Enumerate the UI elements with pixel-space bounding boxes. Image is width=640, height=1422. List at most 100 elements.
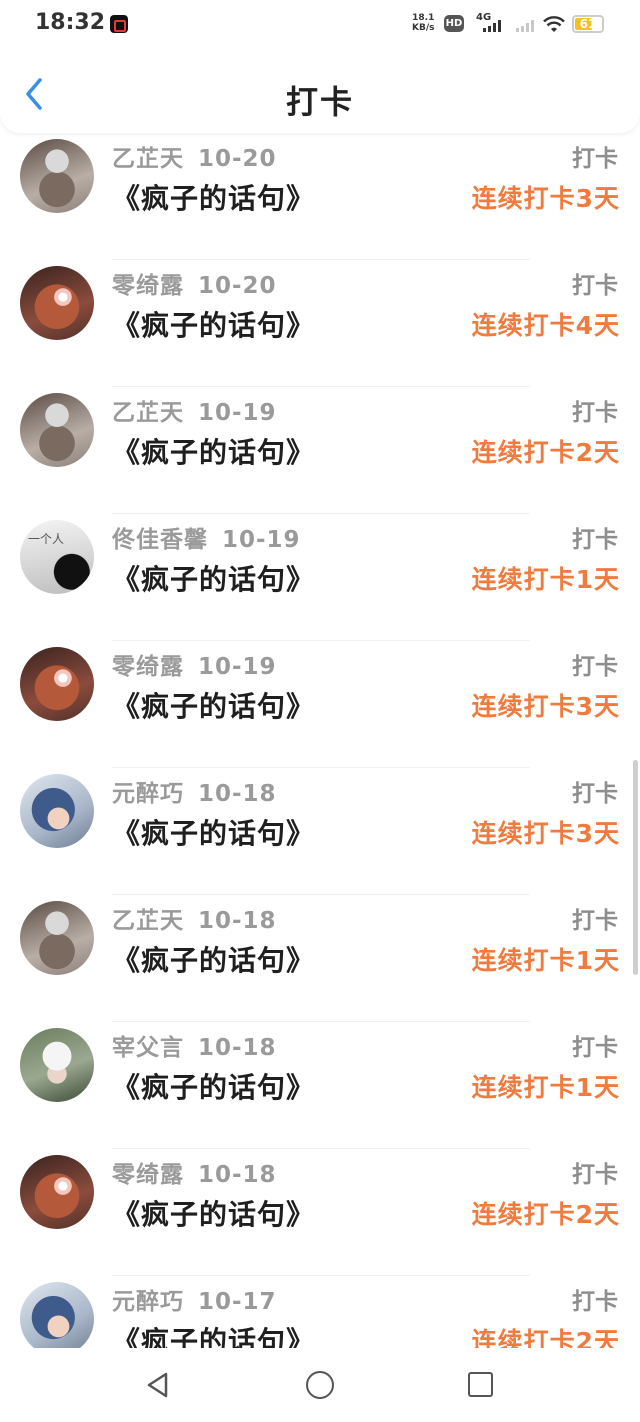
streak-count: 连续打卡2天 — [471, 1327, 620, 1348]
checkin-label: 打卡 — [572, 1035, 618, 1061]
system-nav-bar — [0, 1348, 640, 1422]
status-time: 18:32 — [35, 10, 106, 35]
checkin-label: 打卡 — [572, 781, 618, 807]
battery-level: 61 — [579, 17, 597, 31]
user-name[interactable]: 乙芷天 — [112, 400, 184, 426]
user-name[interactable]: 零绮露 — [112, 273, 184, 299]
network-speed-value: 18.1 — [412, 13, 435, 23]
app-header: 打卡 — [0, 50, 640, 133]
secondary-signal-icon — [516, 20, 534, 32]
user-name[interactable]: 元醉巧 — [112, 1289, 184, 1315]
user-name[interactable]: 零绮露 — [112, 1162, 184, 1188]
avatar-text: 一个人 — [28, 532, 65, 546]
network-speed: 18.1 KB/s — [412, 13, 434, 33]
checkin-date: 10-18 — [198, 1035, 277, 1061]
streak-count: 连续打卡3天 — [471, 692, 620, 721]
book-title[interactable]: 《疯子的话句》 — [112, 304, 315, 344]
avatar[interactable] — [20, 647, 94, 721]
checkin-date: 10-19 — [222, 527, 301, 553]
checkin-row[interactable]: 一个人 佟佳香馨 10-19 打卡《疯子的话句》 连续打卡1天 — [0, 514, 640, 641]
user-meta: 乙芷天 10-18 — [112, 901, 277, 935]
user-name[interactable]: 乙芷天 — [112, 146, 184, 172]
checkin-list[interactable]: 乙芷天 10-20 打卡 《疯子的话句》 连续打卡3天 零绮露 10-20 打卡 《疯子的话句》… — [0, 133, 640, 1348]
user-name[interactable]: 乙芷天 — [112, 908, 184, 934]
streak-count: 连续打卡1天 — [471, 565, 620, 594]
user-name[interactable]: 元醉巧 — [112, 781, 184, 807]
user-meta: 零绮露 10-20 — [112, 266, 277, 300]
checkin-date: 10-20 — [198, 273, 277, 299]
circle-home-icon[interactable] — [306, 1371, 334, 1399]
status-bar: 18:32 18.1 KB/s HD 4G 61 — [0, 0, 640, 50]
checkin-label: 打卡 — [572, 654, 618, 680]
streak-count: 连续打卡2天 — [471, 1200, 620, 1229]
book-title[interactable]: 《疯子的话句》 — [112, 558, 315, 598]
network-speed-unit: KB/s — [412, 23, 435, 33]
avatar[interactable] — [20, 1155, 94, 1229]
streak-count: 连续打卡1天 — [471, 946, 620, 975]
avatar[interactable]: 一个人 — [20, 520, 94, 594]
checkin-date: 10-18 — [198, 1162, 277, 1188]
book-title[interactable]: 《疯子的话句》 — [112, 812, 315, 852]
checkin-row[interactable]: 乙芷天 10-18 打卡《疯子的话句》 连续打卡1天 — [0, 895, 640, 1022]
user-meta: 乙芷天 10-20 — [112, 139, 277, 173]
checkin-row[interactable]: 零绮露 10-18 打卡《疯子的话句》 连续打卡2天 — [0, 1149, 640, 1276]
checkin-label: 打卡 — [572, 527, 618, 553]
user-meta: 乙芷天 10-19 — [112, 393, 277, 427]
user-meta: 元醉巧 10-18 — [112, 774, 277, 808]
checkin-row[interactable]: 元醉巧 10-18 打卡《疯子的话句》 连续打卡3天 — [0, 768, 640, 895]
checkin-label: 打卡 — [572, 400, 618, 426]
book-title[interactable]: 《疯子的话句》 — [112, 177, 315, 217]
page-title: 打卡 — [285, 83, 354, 121]
scrollbar[interactable] — [633, 760, 638, 975]
book-title[interactable]: 《疯子的话句》 — [112, 1193, 315, 1233]
checkin-row[interactable]: 乙芷天 10-19 打卡《疯子的话句》 连续打卡2天 — [0, 387, 640, 514]
avatar[interactable] — [20, 901, 94, 975]
checkin-label: 打卡 — [572, 146, 618, 172]
avatar[interactable] — [20, 1282, 94, 1348]
checkin-row[interactable]: 零绮露 10-20 打卡《疯子的话句》 连续打卡4天 — [0, 260, 640, 387]
streak-count: 连续打卡3天 — [471, 184, 620, 213]
user-meta: 零绮露 10-18 — [112, 1155, 277, 1189]
checkin-date: 10-18 — [198, 781, 277, 807]
avatar[interactable] — [20, 393, 94, 467]
streak-count: 连续打卡3天 — [471, 819, 620, 848]
checkin-date: 10-18 — [198, 908, 277, 934]
user-meta: 佟佳香馨 10-19 — [112, 520, 301, 554]
checkin-date: 10-20 — [198, 146, 277, 172]
cellular-signal-icon: 4G — [474, 12, 506, 34]
checkin-label: 打卡 — [572, 1162, 618, 1188]
avatar[interactable] — [20, 139, 94, 213]
user-name[interactable]: 佟佳香馨 — [112, 527, 208, 553]
avatar[interactable] — [20, 774, 94, 848]
checkin-row[interactable]: 乙芷天 10-20 打卡《疯子的话句》 连续打卡3天 — [0, 133, 640, 260]
checkin-date: 10-19 — [198, 654, 277, 680]
checkin-date: 10-19 — [198, 400, 277, 426]
book-title[interactable]: 《疯子的话句》 — [112, 431, 315, 471]
checkin-row[interactable]: 宰父言 10-18 打卡《疯子的话句》 连续打卡1天 — [0, 1022, 640, 1149]
checkin-row[interactable]: 元醉巧 10-17 打卡《疯子的话句》 连续打卡2天 — [0, 1276, 640, 1348]
streak-count: 连续打卡2天 — [471, 438, 620, 467]
hd-badge: HD — [444, 15, 464, 32]
wifi-icon — [543, 16, 565, 32]
user-meta: 零绮露 10-19 — [112, 647, 277, 681]
user-meta: 元醉巧 10-17 — [112, 1282, 277, 1316]
triangle-back-icon[interactable] — [145, 1371, 171, 1399]
book-title[interactable]: 《疯子的话句》 — [112, 939, 315, 979]
checkin-date: 10-17 — [198, 1289, 277, 1315]
book-title[interactable]: 《疯子的话句》 — [112, 685, 315, 725]
user-name[interactable]: 宰父言 — [112, 1035, 184, 1061]
square-recents-icon[interactable] — [468, 1372, 493, 1397]
user-meta: 宰父言 10-18 — [112, 1028, 277, 1062]
book-title[interactable]: 《疯子的话句》 — [112, 1066, 315, 1106]
streak-count: 连续打卡4天 — [471, 311, 620, 340]
checkin-label: 打卡 — [572, 908, 618, 934]
avatar[interactable] — [20, 266, 94, 340]
checkin-label: 打卡 — [572, 273, 618, 299]
checkin-row[interactable]: 零绮露 10-19 打卡《疯子的话句》 连续打卡3天 — [0, 641, 640, 768]
user-name[interactable]: 零绮露 — [112, 654, 184, 680]
battery-icon: 61 — [572, 15, 604, 33]
checkin-label: 打卡 — [572, 1289, 618, 1315]
book-title[interactable]: 《疯子的话句》 — [112, 1320, 315, 1348]
avatar[interactable] — [20, 1028, 94, 1102]
streak-count: 连续打卡1天 — [471, 1073, 620, 1102]
